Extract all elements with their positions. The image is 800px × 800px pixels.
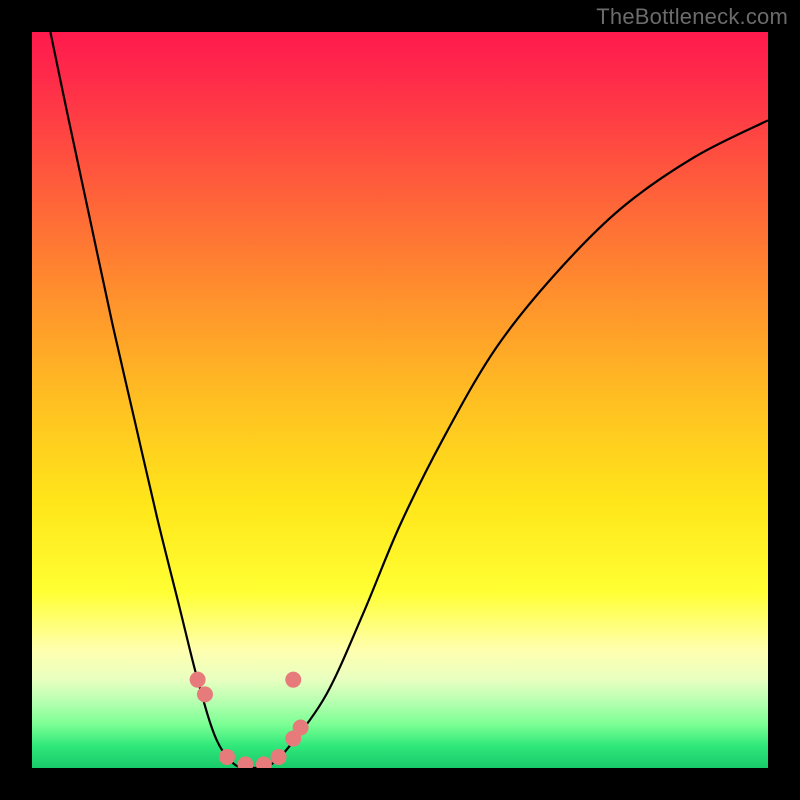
chart-frame: TheBottleneck.com xyxy=(0,0,800,800)
highlight-point xyxy=(271,749,287,765)
bottleneck-curve xyxy=(50,32,768,768)
highlight-point xyxy=(293,720,309,736)
highlight-point xyxy=(197,686,213,702)
highlight-point xyxy=(219,749,235,765)
curve-layer xyxy=(32,32,768,768)
plot-area xyxy=(32,32,768,768)
watermark-text: TheBottleneck.com xyxy=(596,4,788,30)
highlight-point xyxy=(190,672,206,688)
highlight-markers xyxy=(190,672,309,768)
highlight-point xyxy=(237,756,253,768)
highlight-point xyxy=(256,756,272,768)
highlight-point xyxy=(285,672,301,688)
